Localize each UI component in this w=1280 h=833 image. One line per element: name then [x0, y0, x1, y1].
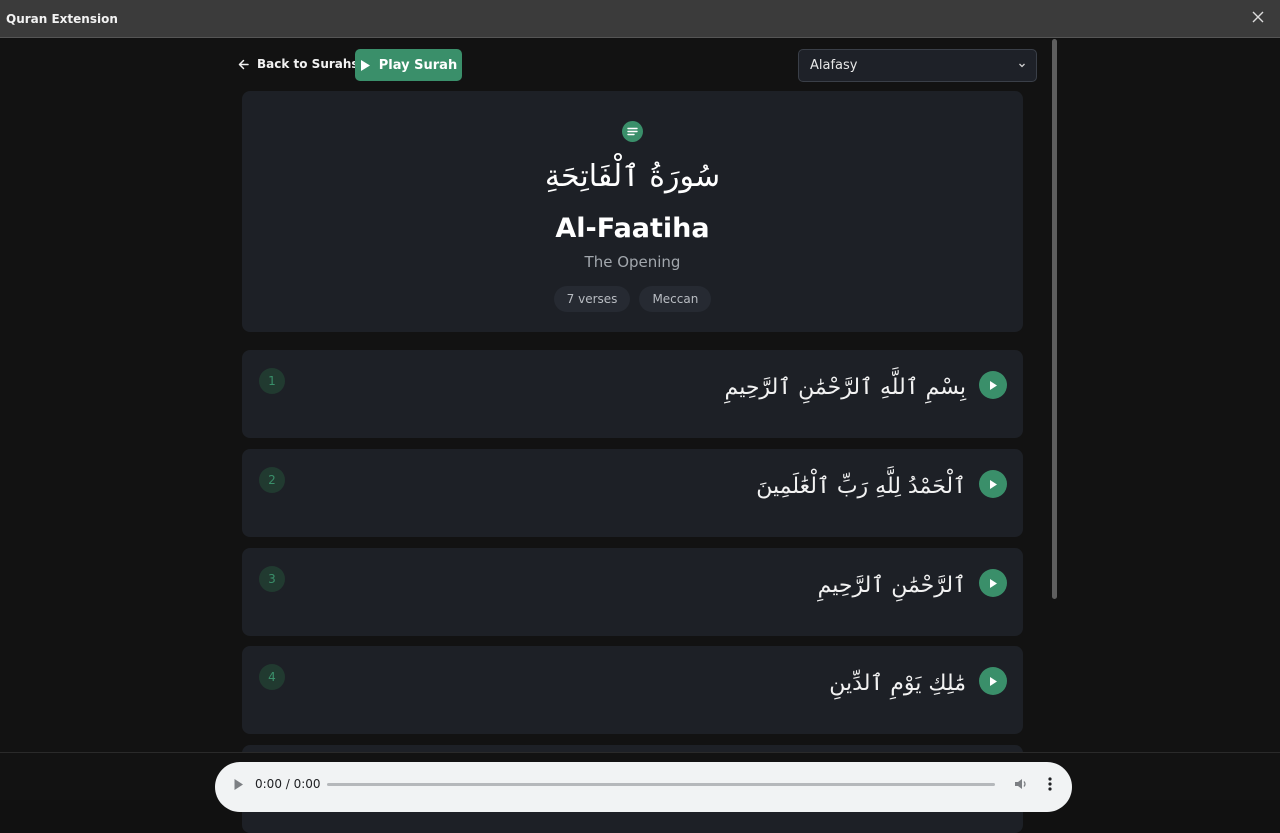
play-icon — [360, 59, 370, 71]
verse-play-button[interactable] — [979, 470, 1007, 498]
back-to-surahs-link[interactable]: Back to Surahs — [237, 57, 359, 71]
list-icon — [622, 121, 643, 142]
verse-card: 4 مَٰلِكِ يَوْمِ ٱلدِّينِ — [242, 646, 1023, 734]
play-icon — [990, 578, 997, 588]
play-surah-label: Play Surah — [378, 57, 458, 73]
chevron-down-icon — [1019, 63, 1025, 68]
verse-arabic-text: ٱلرَّحْمَٰنِ ٱلرَّحِيمِ — [817, 573, 966, 598]
back-label: Back to Surahs — [257, 57, 359, 71]
verse-arabic-text: مَٰلِكِ يَوْمِ ٱلدِّينِ — [829, 671, 966, 696]
verse-number: 3 — [259, 566, 285, 592]
revelation-type-badge: Meccan — [639, 286, 712, 312]
surah-english-name: Al-Faatiha — [555, 213, 710, 244]
audio-time: 0:00 / 0:00 — [255, 777, 321, 791]
surah-badges: 7 verses Meccan — [242, 286, 1023, 312]
surah-arabic-name: سُورَةُ ٱلْفَاتِحَةِ — [544, 159, 721, 194]
verse-arabic-text: ٱلْحَمْدُ لِلَّهِ رَبِّ ٱلْعَٰلَمِينَ — [756, 474, 966, 499]
window-title: Quran Extension — [6, 12, 118, 26]
volume-icon[interactable] — [1013, 776, 1029, 792]
surah-translation: The Opening — [584, 253, 681, 271]
verse-arabic-text: بِسْمِ ٱللَّهِ ٱلرَّحْمَٰنِ ٱلرَّحِيمِ — [724, 375, 966, 400]
verse-play-button[interactable] — [979, 667, 1007, 695]
verse-card: 2 ٱلْحَمْدُ لِلَّهِ رَبِّ ٱلْعَٰلَمِينَ — [242, 449, 1023, 537]
verse-card: 1 بِسْمِ ٱللَّهِ ٱلرَّحْمَٰنِ ٱلرَّحِيمِ — [242, 350, 1023, 438]
scrollbar[interactable] — [1052, 39, 1057, 599]
reciter-select[interactable]: Alafasy — [798, 49, 1037, 82]
play-icon — [990, 676, 997, 686]
reciter-selected-value: Alafasy — [810, 58, 858, 73]
close-icon[interactable] — [1250, 9, 1266, 25]
play-icon — [990, 479, 997, 489]
verse-play-button[interactable] — [979, 569, 1007, 597]
verse-number: 1 — [259, 368, 285, 394]
toolbar: Back to Surahs Play Surah Alafasy — [237, 49, 1037, 82]
verses-count-badge: 7 verses — [553, 286, 631, 312]
play-surah-button[interactable]: Play Surah — [355, 49, 462, 81]
play-icon[interactable] — [233, 778, 244, 791]
play-icon — [990, 380, 997, 390]
audio-progress-track[interactable] — [327, 783, 995, 786]
verse-number: 2 — [259, 467, 285, 493]
verse-number: 4 — [259, 664, 285, 690]
window-titlebar: Quran Extension — [0, 0, 1280, 38]
more-vertical-icon[interactable] — [1044, 776, 1056, 792]
arrow-left-icon — [238, 59, 249, 69]
verse-play-button[interactable] — [979, 371, 1007, 399]
surah-header-card: سُورَةُ ٱلْفَاتِحَةِ Al-Faatiha The Open… — [242, 91, 1023, 332]
verse-card: 3 ٱلرَّحْمَٰنِ ٱلرَّحِيمِ — [242, 548, 1023, 636]
audio-player[interactable]: 0:00 / 0:00 — [215, 762, 1072, 812]
